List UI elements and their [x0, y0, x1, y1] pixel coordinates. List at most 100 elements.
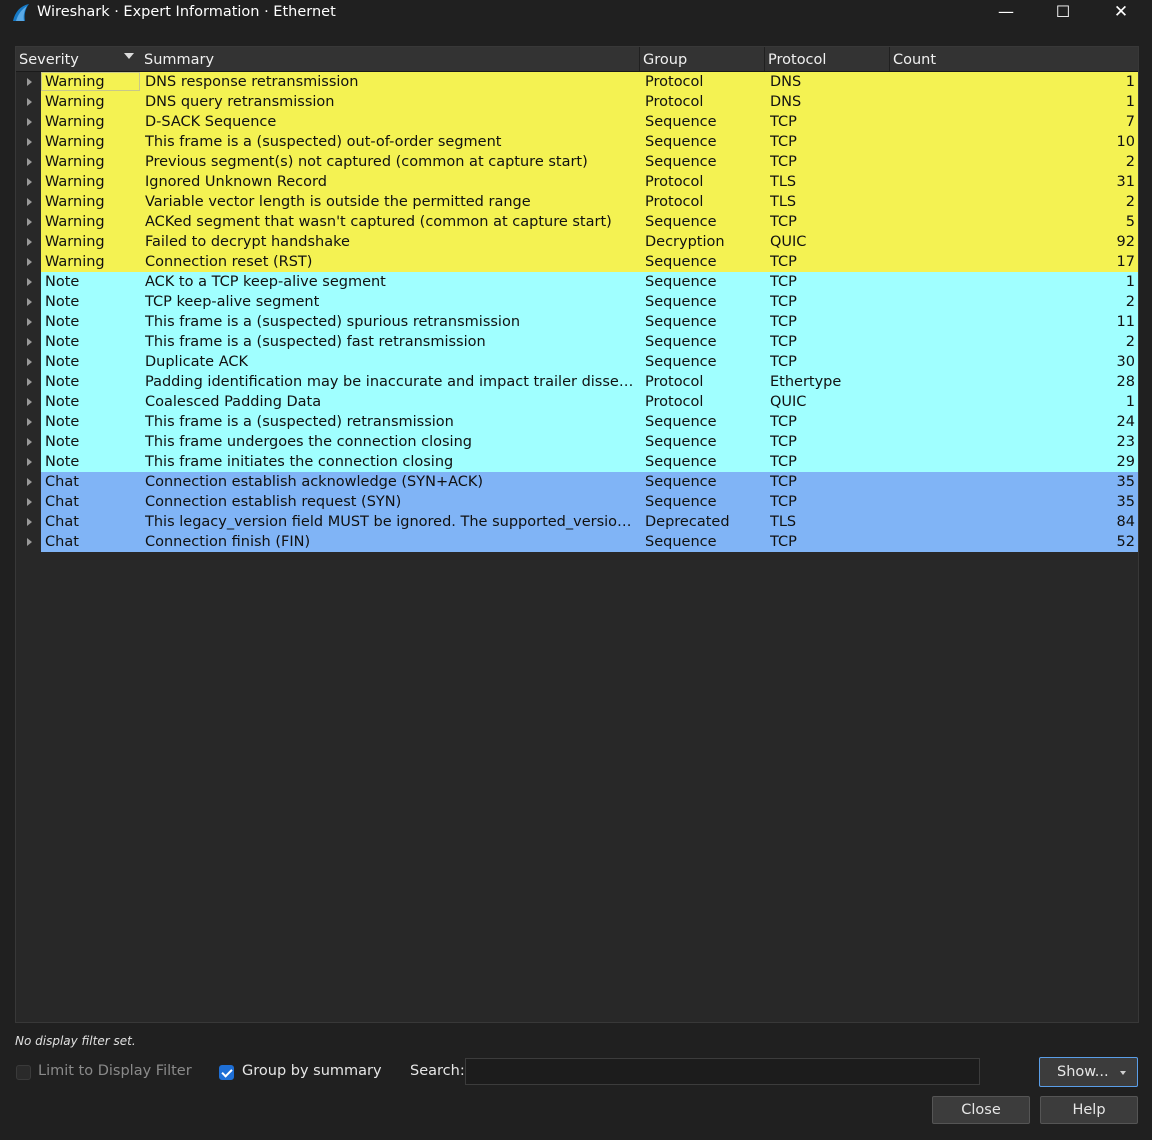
- expand-arrow-icon[interactable]: [27, 278, 32, 286]
- expand-arrow-icon[interactable]: [27, 138, 32, 146]
- expand-arrow-icon[interactable]: [27, 338, 32, 346]
- cell-group: Sequence: [645, 154, 717, 170]
- cell-summary: Coalesced Padding Data: [145, 394, 322, 410]
- table-row[interactable]: Warning Failed to decrypt handshake Decryp…: [16, 232, 1138, 252]
- table-row[interactable]: Note Duplicate ACK Sequence TCP 30: [16, 352, 1138, 372]
- table-row[interactable]: Chat Connection establish acknowledge (SY…: [16, 472, 1138, 492]
- cell-summary: ACK to a TCP keep-alive segment: [145, 274, 386, 290]
- wireshark-fin-icon: [13, 4, 29, 21]
- cell-protocol: DNS: [770, 74, 802, 90]
- table-header: Severity Summary Group Protocol Count: [16, 47, 1138, 72]
- cell-protocol: TCP: [770, 114, 797, 130]
- table-row[interactable]: Note TCP keep-alive segment Sequence TCP 2: [16, 292, 1138, 312]
- table-row[interactable]: Warning This frame is a (suspected) out-o…: [16, 132, 1138, 152]
- table-row[interactable]: Warning Variable vector length is outside…: [16, 192, 1138, 212]
- expand-arrow-icon[interactable]: [27, 218, 32, 226]
- column-header-count[interactable]: Count: [889, 47, 1138, 71]
- table-row[interactable]: Note This frame initiates the connection …: [16, 452, 1138, 472]
- minimize-button[interactable]: —: [983, 0, 1029, 26]
- window-title: Wireshark · Expert Information · Etherne…: [37, 4, 336, 20]
- expand-arrow-icon[interactable]: [27, 478, 32, 486]
- table-row[interactable]: Chat Connection finish (FIN) Sequence TCP 52: [16, 532, 1138, 552]
- expand-arrow-icon[interactable]: [27, 418, 32, 426]
- cell-severity: Note: [45, 374, 80, 390]
- cell-group: Sequence: [645, 314, 717, 330]
- search-label: Search:: [410, 1063, 465, 1079]
- group-by-summary-label[interactable]: Group by summary: [242, 1063, 382, 1079]
- cell-protocol: TLS: [770, 174, 797, 190]
- cell-group: Protocol: [645, 374, 704, 390]
- table-row[interactable]: Warning Connection reset (RST) Sequence TCP…: [16, 252, 1138, 272]
- cell-severity: Chat: [45, 534, 79, 550]
- group-by-summary-checkbox[interactable]: [219, 1065, 234, 1080]
- expand-arrow-icon[interactable]: [27, 178, 32, 186]
- cell-count: 28: [1116, 374, 1135, 390]
- limit-to-display-filter-label[interactable]: Limit to Display Filter: [38, 1063, 192, 1079]
- cell-summary: This frame is a (suspected) fast retrans…: [145, 334, 486, 350]
- column-header-summary[interactable]: Summary: [141, 47, 639, 71]
- expand-arrow-icon[interactable]: [27, 318, 32, 326]
- cell-protocol: TCP: [770, 354, 797, 370]
- cell-severity: Note: [45, 394, 80, 410]
- expand-arrow-icon[interactable]: [27, 538, 32, 546]
- cell-severity: Note: [45, 334, 80, 350]
- cell-count: 30: [1116, 354, 1135, 370]
- cell-summary: Ignored Unknown Record: [145, 174, 327, 190]
- table-row[interactable]: Note This frame is a (suspected) retransm…: [16, 412, 1138, 432]
- table-row[interactable]: Chat This legacy_version field MUST be ig…: [16, 512, 1138, 532]
- table-row[interactable]: Warning ACKed segment that wasn't capture…: [16, 212, 1138, 232]
- cell-group: Protocol: [645, 194, 704, 210]
- cell-group: Sequence: [645, 274, 717, 290]
- expand-arrow-icon[interactable]: [27, 398, 32, 406]
- column-header-group[interactable]: Group: [639, 47, 764, 71]
- help-button[interactable]: Help: [1040, 1096, 1138, 1124]
- table-row[interactable]: Warning D-SACK Sequence Sequence TCP 7: [16, 112, 1138, 132]
- expand-arrow-icon[interactable]: [27, 198, 32, 206]
- table-row[interactable]: Chat Connection establish request (SYN) Se…: [16, 492, 1138, 512]
- expert-info-tree[interactable]: Severity Summary Group Protocol Count Wa…: [15, 46, 1139, 1023]
- cell-summary: This frame undergoes the connection clos…: [145, 434, 472, 450]
- expand-arrow-icon[interactable]: [27, 298, 32, 306]
- expand-arrow-icon[interactable]: [27, 378, 32, 386]
- expand-arrow-icon[interactable]: [27, 98, 32, 106]
- cell-count: 84: [1116, 514, 1135, 530]
- column-header-severity[interactable]: Severity: [16, 47, 141, 71]
- expand-arrow-icon[interactable]: [27, 118, 32, 126]
- column-header-protocol[interactable]: Protocol: [764, 47, 889, 71]
- cell-severity: Note: [45, 294, 80, 310]
- cell-protocol: TCP: [770, 454, 797, 470]
- expand-arrow-icon[interactable]: [27, 78, 32, 86]
- cell-group: Sequence: [645, 214, 717, 230]
- expand-arrow-icon[interactable]: [27, 438, 32, 446]
- show-button[interactable]: Show...: [1039, 1057, 1138, 1087]
- cell-count: 1: [1125, 74, 1135, 90]
- cell-summary: Connection establish acknowledge (SYN+AC…: [145, 474, 484, 490]
- cell-severity: Note: [45, 274, 80, 290]
- expand-arrow-icon[interactable]: [27, 498, 32, 506]
- cell-summary: This legacy_version field MUST be ignore…: [145, 514, 635, 530]
- close-window-button[interactable]: ✕: [1098, 0, 1144, 26]
- table-row[interactable]: Warning Previous segment(s) not captured …: [16, 152, 1138, 172]
- table-row[interactable]: Note Padding identification may be inaccu…: [16, 372, 1138, 392]
- expand-arrow-icon[interactable]: [27, 518, 32, 526]
- search-input[interactable]: [465, 1058, 980, 1085]
- table-row[interactable]: Warning Ignored Unknown Record Protocol TLS…: [16, 172, 1138, 192]
- cell-count: 17: [1116, 254, 1135, 270]
- cell-group: Sequence: [645, 114, 717, 130]
- table-row[interactable]: Warning DNS query retransmission Protocol D…: [16, 92, 1138, 112]
- close-button[interactable]: Close: [932, 1096, 1030, 1124]
- expand-arrow-icon[interactable]: [27, 238, 32, 246]
- table-row[interactable]: Warning DNS response retransmission Protoc…: [16, 72, 1138, 92]
- table-row[interactable]: Note ACK to a TCP keep-alive segment Seque…: [16, 272, 1138, 292]
- cell-group: Protocol: [645, 94, 704, 110]
- expand-arrow-icon[interactable]: [27, 258, 32, 266]
- table-row[interactable]: Note This frame is a (suspected) spurious…: [16, 312, 1138, 332]
- maximize-button[interactable]: ☐: [1040, 0, 1086, 26]
- expand-arrow-icon[interactable]: [27, 358, 32, 366]
- limit-to-display-filter-checkbox[interactable]: [16, 1065, 31, 1080]
- table-row[interactable]: Note This frame undergoes the connection …: [16, 432, 1138, 452]
- expand-arrow-icon[interactable]: [27, 458, 32, 466]
- table-row[interactable]: Note This frame is a (suspected) fast ret…: [16, 332, 1138, 352]
- expand-arrow-icon[interactable]: [27, 158, 32, 166]
- table-row[interactable]: Note Coalesced Padding Data Protocol QUIC 1: [16, 392, 1138, 412]
